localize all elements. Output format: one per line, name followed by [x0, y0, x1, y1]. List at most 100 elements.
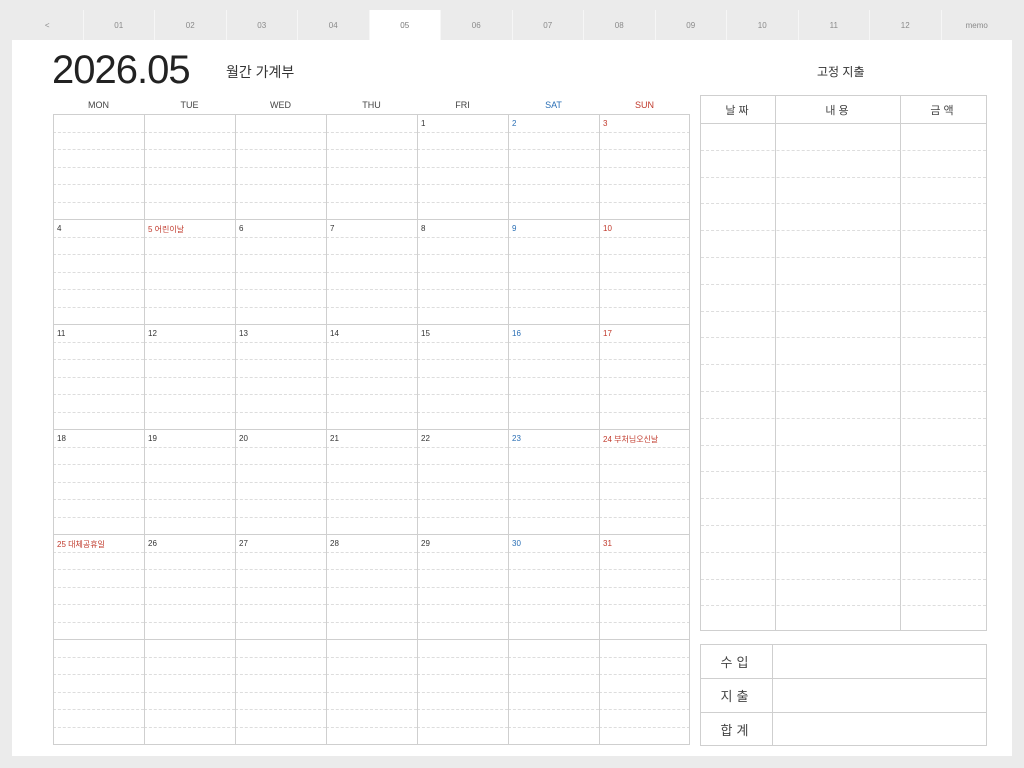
day-number: 30 — [512, 539, 521, 548]
day-cell[interactable]: 9 — [508, 219, 599, 324]
prev-tab[interactable]: < — [12, 10, 83, 40]
tab-month-08[interactable]: 08 — [583, 10, 655, 40]
day-cell[interactable] — [53, 639, 144, 744]
total-value[interactable] — [773, 713, 986, 746]
ruled-line — [508, 271, 599, 273]
day-cell[interactable] — [599, 639, 690, 744]
expense-value[interactable] — [773, 679, 986, 712]
day-cell[interactable]: 6 — [235, 219, 326, 324]
income-value[interactable] — [773, 645, 986, 678]
income-label: 수입 — [701, 645, 773, 678]
day-cell[interactable]: 17 — [599, 324, 690, 429]
tab-month-12[interactable]: 12 — [869, 10, 941, 40]
day-cell[interactable]: 30 — [508, 534, 599, 639]
day-cell[interactable]: 18 — [53, 429, 144, 534]
day-cell[interactable]: 13 — [235, 324, 326, 429]
day-cell[interactable] — [235, 639, 326, 744]
day-number: 17 — [603, 329, 612, 338]
day-number: 18 — [57, 434, 66, 443]
tab-month-03[interactable]: 03 — [225, 10, 298, 40]
tab-month-01[interactable]: 01 — [82, 10, 155, 40]
ruled-line — [599, 411, 690, 413]
day-cell[interactable] — [417, 639, 508, 744]
grid-row-line — [53, 429, 690, 430]
day-cell[interactable] — [144, 114, 235, 219]
ruled-line — [53, 131, 144, 133]
ruled-line — [53, 586, 144, 588]
planner-sheet: 2026.05 월간 가계부 고정 지출 MON TUE WED THU FRI SAT S… — [12, 40, 1012, 756]
ruled-line — [508, 464, 599, 465]
fixed-expense-row-line — [701, 230, 986, 232]
day-cell[interactable]: 21 — [326, 429, 417, 534]
ruled-line — [599, 621, 690, 623]
day-cell[interactable] — [53, 114, 144, 219]
day-cell[interactable]: 5 어린이날 — [144, 219, 235, 324]
ruled-line — [508, 516, 599, 518]
day-number: 5 어린이날 — [148, 225, 185, 234]
ruled-line — [326, 551, 417, 553]
day-cell[interactable]: 1 — [417, 114, 508, 219]
day-cell[interactable]: 20 — [235, 429, 326, 534]
day-cell[interactable]: 3 — [599, 114, 690, 219]
ruled-line — [599, 166, 690, 168]
day-cell[interactable]: 23 — [508, 429, 599, 534]
day-cell[interactable]: 2 — [508, 114, 599, 219]
tab-month-04[interactable]: 04 — [297, 10, 369, 40]
day-cell[interactable]: 8 — [417, 219, 508, 324]
day-cell[interactable]: 31 — [599, 534, 690, 639]
day-cell[interactable]: 12 — [144, 324, 235, 429]
day-cell[interactable]: 10 — [599, 219, 690, 324]
day-cell[interactable] — [508, 639, 599, 744]
total-label: 합계 — [701, 713, 773, 746]
tab-month-02[interactable]: 02 — [154, 10, 226, 40]
ruled-line — [417, 499, 508, 500]
day-cell[interactable]: 15 — [417, 324, 508, 429]
tab-month-07[interactable]: 07 — [511, 10, 584, 40]
day-cell[interactable]: 7 — [326, 219, 417, 324]
fixed-expense-row-line — [701, 498, 986, 500]
day-cell[interactable]: 11 — [53, 324, 144, 429]
day-cell[interactable] — [326, 639, 417, 744]
ruled-line — [326, 271, 417, 273]
ruled-line — [417, 359, 508, 360]
day-cell[interactable]: 29 — [417, 534, 508, 639]
day-number: 13 — [239, 329, 248, 338]
ruled-line — [599, 551, 690, 553]
tab-month-09[interactable]: 09 — [654, 10, 727, 40]
ruled-line — [508, 411, 599, 413]
ruled-line — [326, 166, 417, 168]
ruled-line — [53, 289, 144, 290]
tab-month-11[interactable]: 11 — [797, 10, 870, 40]
day-cell[interactable]: 22 — [417, 429, 508, 534]
ruled-line — [326, 586, 417, 588]
ruled-line — [599, 289, 690, 290]
day-number: 7 — [330, 224, 335, 233]
day-number: 1 — [421, 119, 426, 128]
day-cell[interactable] — [235, 114, 326, 219]
day-cell[interactable]: 16 — [508, 324, 599, 429]
ruled-line — [235, 306, 326, 308]
day-cell[interactable]: 27 — [235, 534, 326, 639]
tab-month-06[interactable]: 06 — [440, 10, 512, 40]
tab-memo[interactable]: memo — [940, 10, 1013, 40]
day-cell[interactable] — [144, 639, 235, 744]
day-cell[interactable] — [326, 114, 417, 219]
ruled-line — [235, 569, 326, 570]
content-header: 내용 — [825, 104, 852, 117]
ruled-line — [417, 236, 508, 238]
ruled-line — [417, 184, 508, 185]
ruled-line — [53, 254, 144, 255]
day-cell[interactable]: 14 — [326, 324, 417, 429]
day-cell[interactable]: 28 — [326, 534, 417, 639]
ruled-line — [326, 464, 417, 465]
day-cell[interactable]: 4 — [53, 219, 144, 324]
day-cell[interactable]: 25 대체공휴일 — [53, 534, 144, 639]
ruled-line — [417, 149, 508, 150]
day-cell[interactable]: 26 — [144, 534, 235, 639]
ruled-line — [417, 376, 508, 378]
tab-month-05[interactable]: 05 — [368, 10, 440, 40]
day-cell[interactable]: 24 부처님오신날 — [599, 429, 690, 534]
tab-month-10[interactable]: 10 — [726, 10, 798, 40]
day-cell[interactable]: 19 — [144, 429, 235, 534]
ruled-line — [326, 621, 417, 623]
